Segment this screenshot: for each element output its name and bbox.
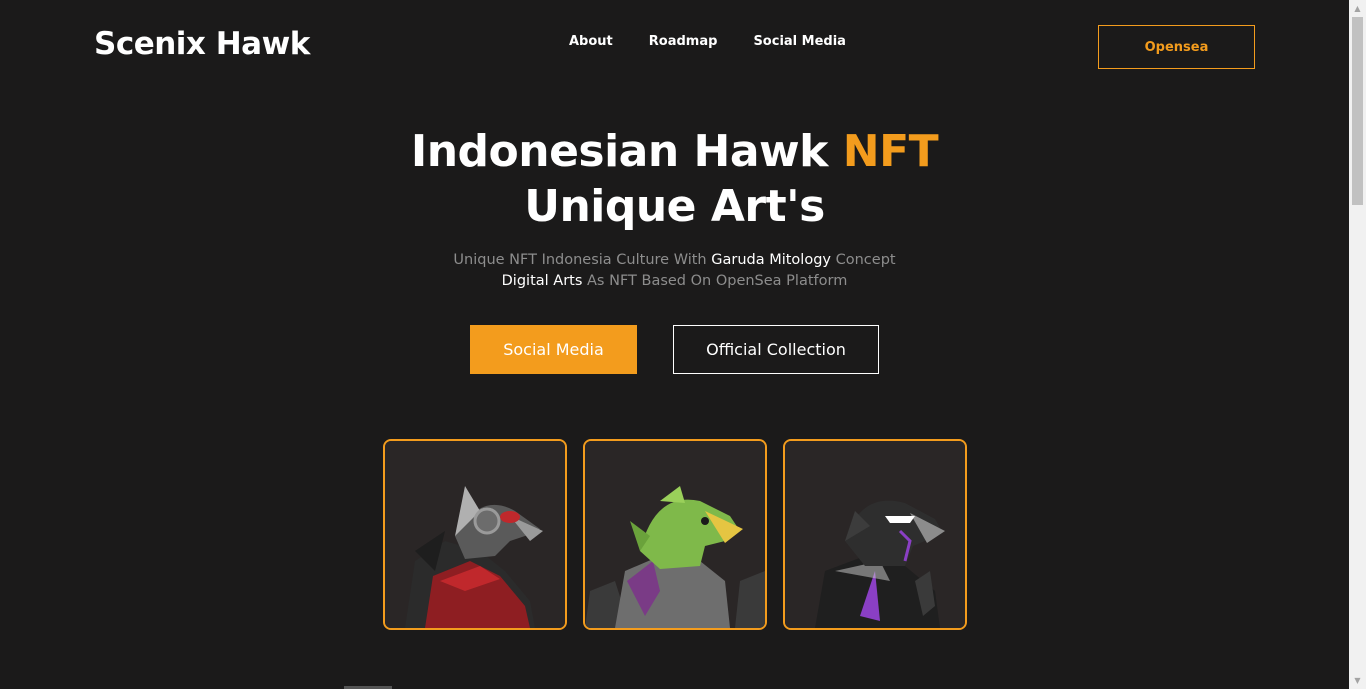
hawk-green-armor-icon xyxy=(585,441,765,628)
hawk-red-armor-icon xyxy=(385,441,565,628)
nav-link-about[interactable]: About xyxy=(569,34,613,49)
scrollbar-thumb[interactable] xyxy=(1352,17,1363,205)
nav-link-social-media[interactable]: Social Media xyxy=(753,34,846,49)
nft-card-2[interactable] xyxy=(583,439,767,630)
hero-title-accent: NFT xyxy=(842,126,939,177)
social-media-button[interactable]: Social Media xyxy=(470,325,637,374)
scroll-up-icon[interactable]: ▲ xyxy=(1349,0,1366,17)
hero-sub-highlight-2: Digital Arts xyxy=(501,273,583,289)
hero-subtitle: Unique NFT Indonesia Culture With Garuda… xyxy=(0,250,1349,292)
hero-title: Indonesian Hawk NFT Unique Art's xyxy=(0,124,1349,234)
hero-sub-highlight-1: Garuda Mitology xyxy=(711,252,831,268)
nft-card-1[interactable] xyxy=(383,439,567,630)
nft-card-3[interactable] xyxy=(783,439,967,630)
scroll-down-icon[interactable]: ▼ xyxy=(1349,672,1366,689)
hero-sub-text-2b: As NFT Based On OpenSea Platform xyxy=(582,273,848,289)
hawk-black-purple-icon xyxy=(785,441,965,628)
hero-sub-text-1a: Unique NFT Indonesia Culture With xyxy=(453,252,712,268)
hero-title-text: Indonesian Hawk xyxy=(410,126,843,177)
official-collection-button[interactable]: Official Collection xyxy=(673,325,879,374)
page: Scenix Hawk About Roadmap Social Media O… xyxy=(0,0,1349,689)
main-nav: About Roadmap Social Media xyxy=(569,34,882,49)
hero-title-line2: Unique Art's xyxy=(524,181,825,232)
opensea-button[interactable]: Opensea xyxy=(1098,25,1255,69)
hero-sub-text-1b: Concept xyxy=(831,252,896,268)
page-scrollbar[interactable]: ▲ ▼ xyxy=(1349,0,1366,689)
nav-link-roadmap[interactable]: Roadmap xyxy=(649,34,718,49)
site-logo[interactable]: Scenix Hawk xyxy=(94,26,310,62)
